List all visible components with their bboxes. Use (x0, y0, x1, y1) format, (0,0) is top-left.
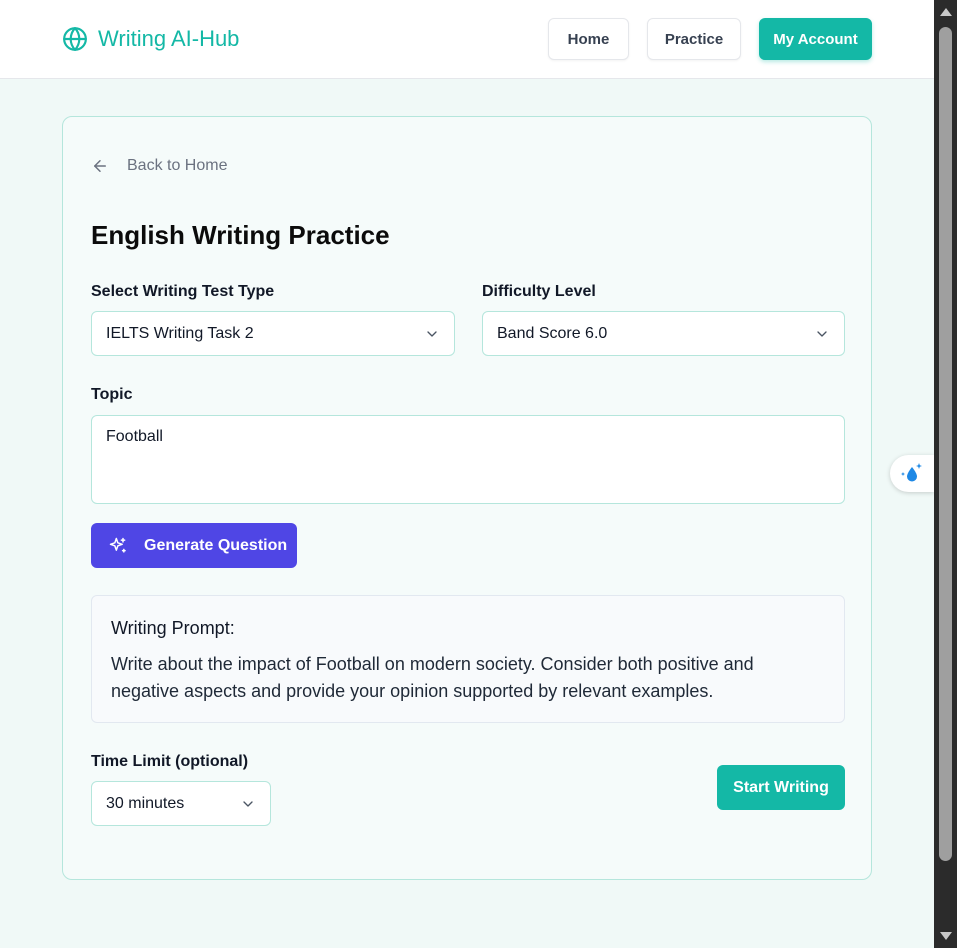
vertical-scrollbar[interactable] (934, 0, 957, 948)
assistant-floating-button[interactable] (890, 455, 934, 492)
nav-practice-button[interactable]: Practice (647, 18, 741, 60)
difficulty-value: Band Score 6.0 (497, 324, 608, 342)
nav-home-button[interactable]: Home (548, 18, 629, 60)
globe-icon (63, 27, 87, 51)
test-type-value: IELTS Writing Task 2 (106, 324, 254, 342)
writing-prompt-text: Write about the impact of Football on mo… (111, 654, 754, 701)
brand-logo[interactable]: Writing AI-Hub (62, 26, 239, 52)
time-limit-label: Time Limit (optional) (91, 753, 249, 770)
time-limit-select[interactable]: 30 minutes (91, 781, 271, 826)
scroll-up-arrow-icon[interactable] (934, 2, 957, 22)
sparkle-drop-icon (901, 462, 922, 481)
difficulty-select[interactable]: Band Score 6.0 (482, 311, 845, 356)
topic-textarea[interactable]: Football (91, 415, 845, 504)
scroll-down-arrow-icon[interactable] (934, 926, 957, 946)
generate-question-button[interactable]: Generate Question (91, 523, 297, 568)
test-type-select[interactable]: IELTS Writing Task 2 (91, 311, 455, 356)
topic-label: Topic (91, 386, 133, 403)
scrollbar-thumb[interactable] (939, 27, 952, 861)
brand-name: Writing AI-Hub (98, 26, 240, 51)
sparkles-icon (109, 537, 126, 553)
back-to-home-link[interactable]: Back to Home (91, 157, 227, 175)
test-type-label: Select Writing Test Type (91, 283, 275, 300)
back-to-home-label: Back to Home (127, 157, 228, 174)
writing-prompt-box: Writing Prompt: Write about the impact o… (91, 595, 845, 723)
time-limit-value: 30 minutes (106, 794, 185, 812)
chevron-down-icon (427, 330, 437, 337)
arrow-left-icon (94, 160, 106, 172)
practice-card: Back to Home English Writing Practice Se… (62, 116, 872, 880)
generate-question-label: Generate Question (144, 536, 288, 554)
start-writing-button[interactable]: Start Writing (717, 765, 845, 810)
difficulty-label: Difficulty Level (482, 283, 596, 300)
chevron-down-icon (243, 800, 253, 807)
chevron-down-icon (817, 330, 827, 337)
top-navbar: Writing AI-Hub Home Practice My Account (0, 0, 934, 79)
writing-prompt-title: Writing Prompt: (111, 618, 235, 638)
nav-my-account-button[interactable]: My Account (759, 18, 872, 60)
page-title: English Writing Practice (91, 220, 390, 250)
